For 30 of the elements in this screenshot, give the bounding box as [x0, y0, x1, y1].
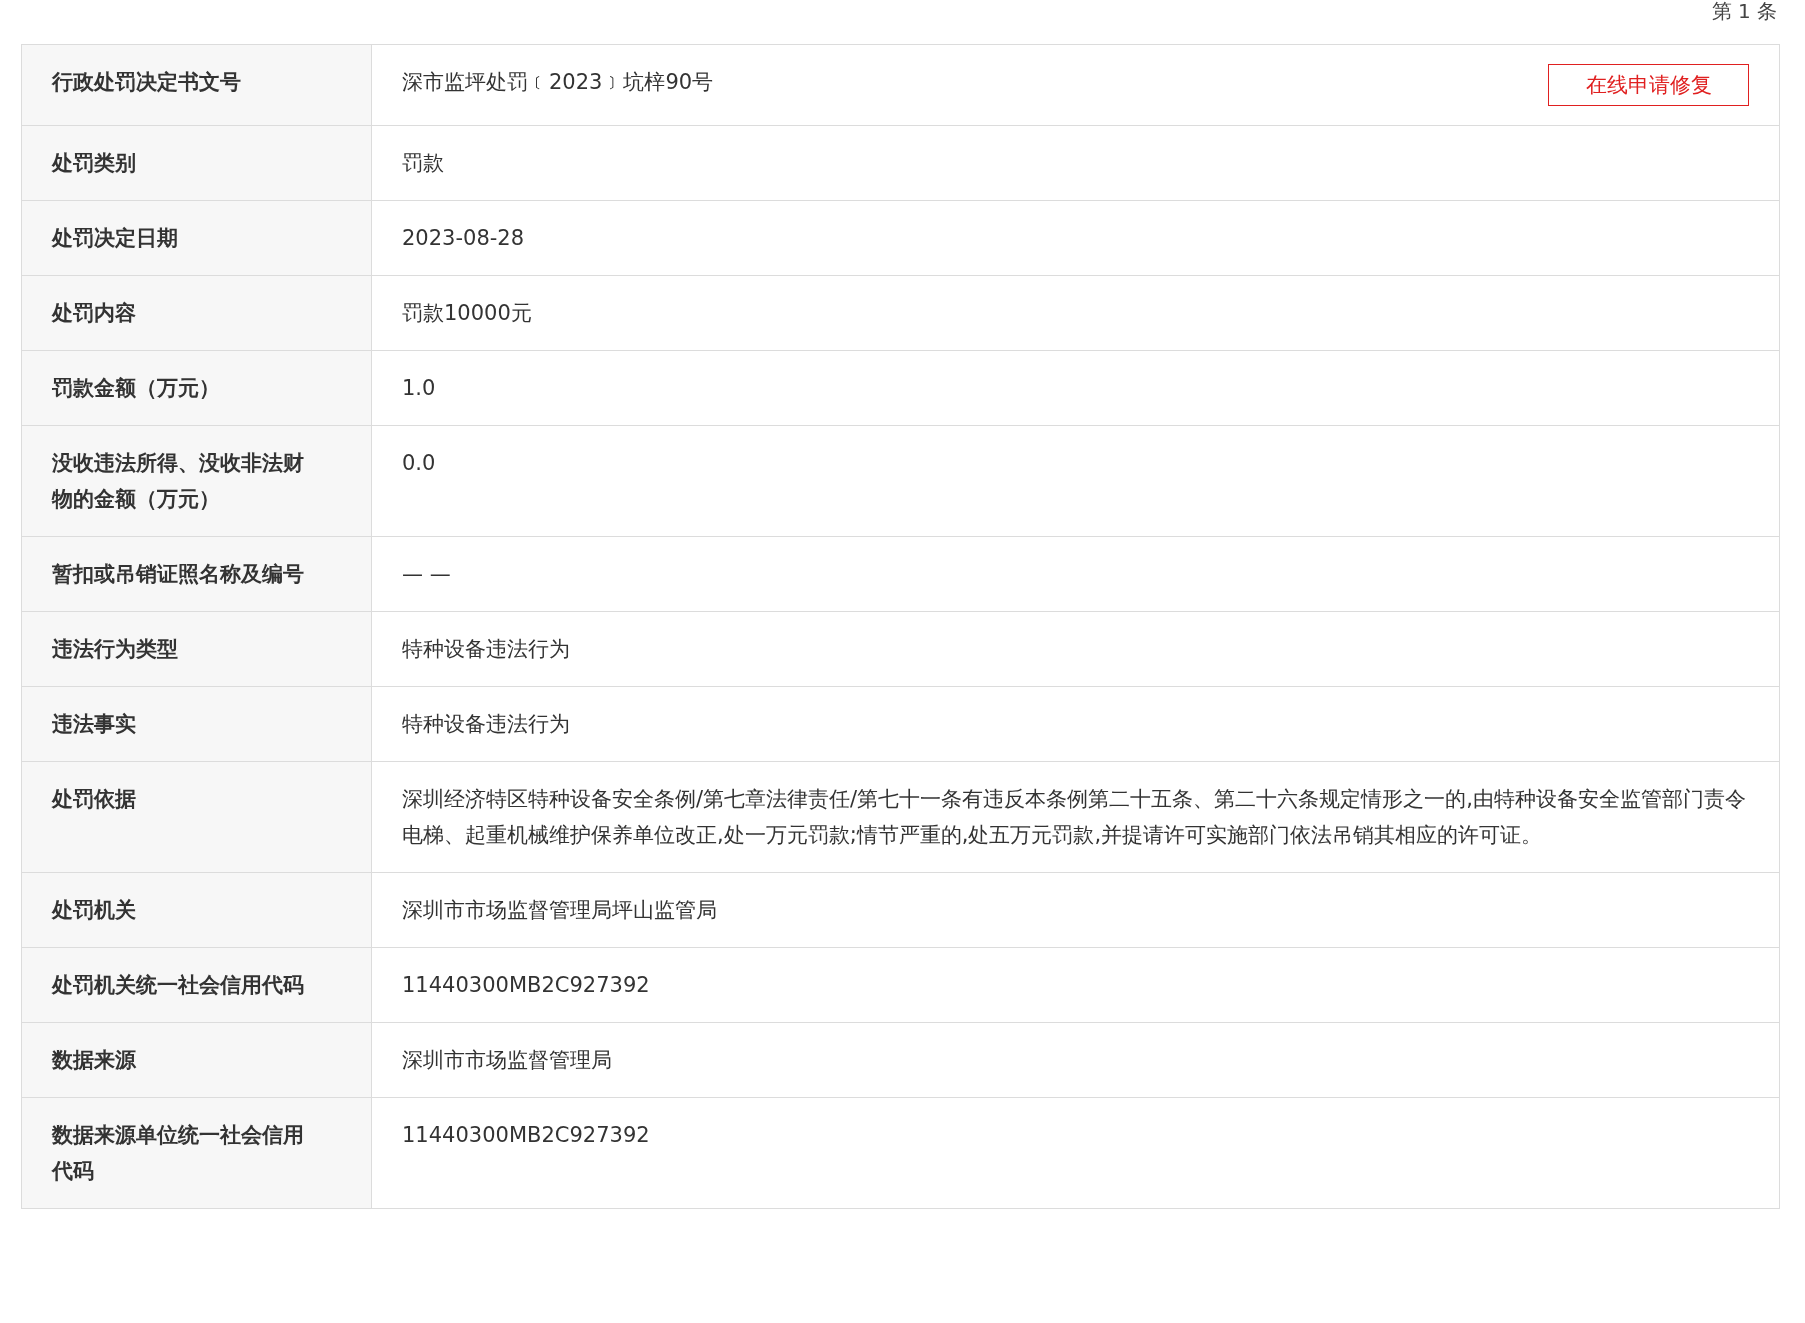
- field-label: 处罚决定日期: [21, 200, 372, 276]
- field-value: 罚款: [402, 150, 444, 177]
- field-value: 0.0: [402, 450, 436, 477]
- field-value: — —: [402, 561, 451, 588]
- field-value: 深市监坪处罚﹝2023﹞坑梓90号: [402, 69, 714, 96]
- field-value: 深圳市市场监督管理局坪山监管局: [402, 897, 717, 924]
- repair-request-button[interactable]: 在线申请修复: [1548, 64, 1749, 106]
- field-label: 暂扣或吊销证照名称及编号: [21, 536, 372, 612]
- field-value: 1.0: [402, 375, 436, 402]
- field-value: 深圳经济特区特种设备安全条例/第七章法律责任/第七十一条有违反本条例第二十五条、第二十六条规定情形之一的,由特种设备安全监管部门责令电梯、起重机械维护保养单位改正,处一万元罚款;情节严重的,处五万元罚款,并提请许可实施部门依法吊销其相应的许可证。: [402, 786, 1747, 849]
- field-label: 行政处罚决定书文号: [21, 44, 372, 126]
- field-value: 2023-08-28: [402, 225, 525, 252]
- record-counter: 第 1 条: [1711, 0, 1777, 22]
- field-label: 处罚机关: [21, 872, 372, 948]
- field-value: 特种设备违法行为: [402, 711, 570, 738]
- field-value: 11440300MB2C927392: [402, 1122, 650, 1149]
- field-label: 违法事实: [21, 686, 372, 762]
- field-label: 处罚内容: [21, 275, 372, 351]
- field-label: 罚款金额（万元）: [21, 350, 372, 426]
- field-label: 处罚依据: [21, 761, 372, 873]
- field-label: 没收违法所得、没收非法财物的金额（万元）: [21, 425, 372, 537]
- field-label: 处罚类别: [21, 125, 372, 201]
- field-value: 11440300MB2C927392: [402, 972, 650, 999]
- field-value: 罚款10000元: [402, 300, 532, 327]
- field-label: 处罚机关统一社会信用代码: [21, 947, 372, 1023]
- field-value: 特种设备违法行为: [402, 636, 570, 663]
- field-label: 违法行为类型: [21, 611, 372, 687]
- field-value: 深圳市市场监督管理局: [402, 1047, 612, 1074]
- field-label: 数据来源单位统一社会信用代码: [21, 1097, 372, 1209]
- field-label: 数据来源: [21, 1022, 372, 1098]
